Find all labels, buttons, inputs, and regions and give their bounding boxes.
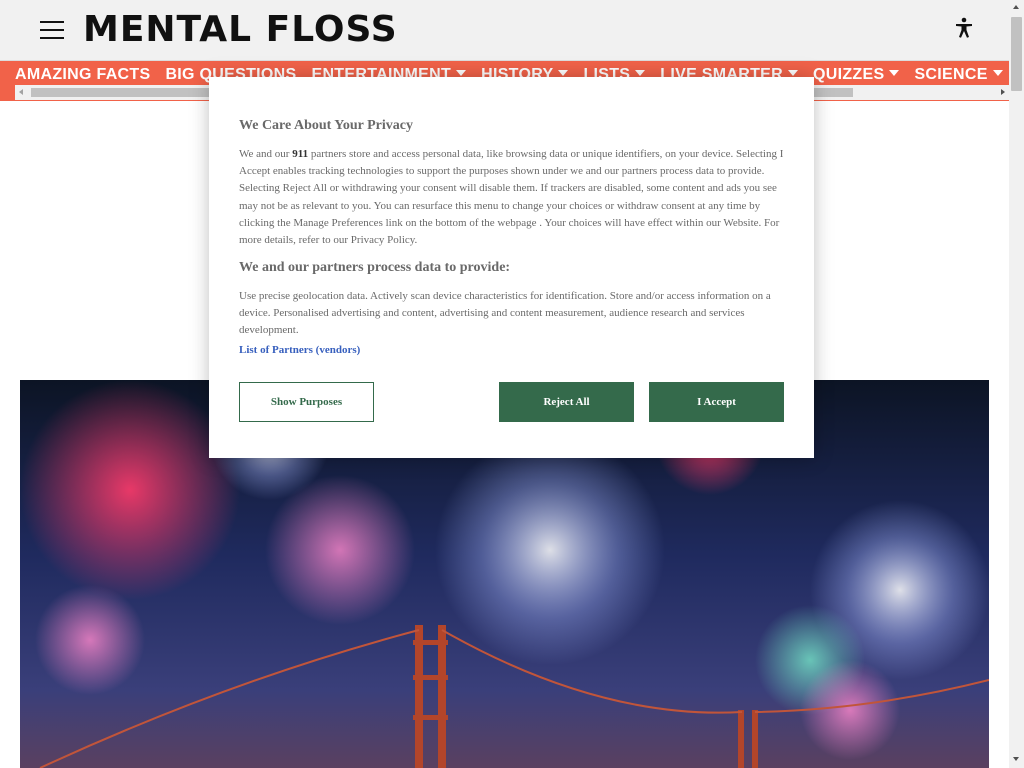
site-header: MENTAL FLOSS — [0, 0, 1009, 61]
nav-item-label: QUIZZES — [813, 66, 885, 83]
page-scrollbar-thumb[interactable] — [1011, 17, 1022, 91]
consent-title: We Care About Your Privacy — [239, 118, 413, 133]
nav-item-amazing-facts[interactable]: AMAZING FACTS — [15, 65, 150, 85]
nav-item-science[interactable]: SCIENCE — [914, 65, 1003, 85]
consent-body-suffix: partners store and access personal data,… — [239, 148, 784, 247]
privacy-consent-dialog: We Care About Your Privacy We and our 91… — [209, 77, 814, 458]
scroll-down-icon[interactable] — [1013, 757, 1019, 761]
consent-body: We and our 911 partners store and access… — [239, 146, 784, 249]
nav-item-label: AMAZING FACTS — [15, 66, 151, 83]
caret-down-icon — [635, 70, 646, 76]
reject-all-button[interactable]: Reject All — [499, 382, 634, 422]
scroll-left-icon[interactable] — [19, 89, 23, 95]
partners-count: 911 — [292, 148, 309, 160]
caret-down-icon — [889, 70, 900, 76]
consent-body-prefix: We and our — [239, 148, 293, 160]
nav-item-quizzes[interactable]: QUIZZES — [813, 65, 900, 85]
nav-item-label: SCIENCE — [914, 66, 988, 83]
caret-down-icon — [992, 70, 1003, 76]
consent-purposes: Use precise geolocation data. Actively s… — [239, 290, 771, 337]
partners-list-link[interactable]: List of Partners (vendors) — [239, 344, 360, 356]
caret-down-icon — [456, 70, 467, 76]
site-logo[interactable]: MENTAL FLOSS — [83, 9, 398, 51]
scroll-right-icon[interactable] — [1001, 89, 1005, 95]
accessibility-icon[interactable] — [953, 17, 975, 39]
show-purposes-button[interactable]: Show Purposes — [239, 382, 374, 422]
accept-button[interactable]: I Accept — [649, 382, 784, 422]
caret-down-icon — [558, 70, 569, 76]
menu-icon[interactable] — [40, 21, 64, 41]
page-vertical-scrollbar[interactable] — [1009, 0, 1024, 768]
caret-down-icon — [788, 70, 798, 76]
scroll-up-icon[interactable] — [1013, 5, 1019, 9]
consent-subtitle: We and our partners process data to prov… — [239, 260, 511, 275]
